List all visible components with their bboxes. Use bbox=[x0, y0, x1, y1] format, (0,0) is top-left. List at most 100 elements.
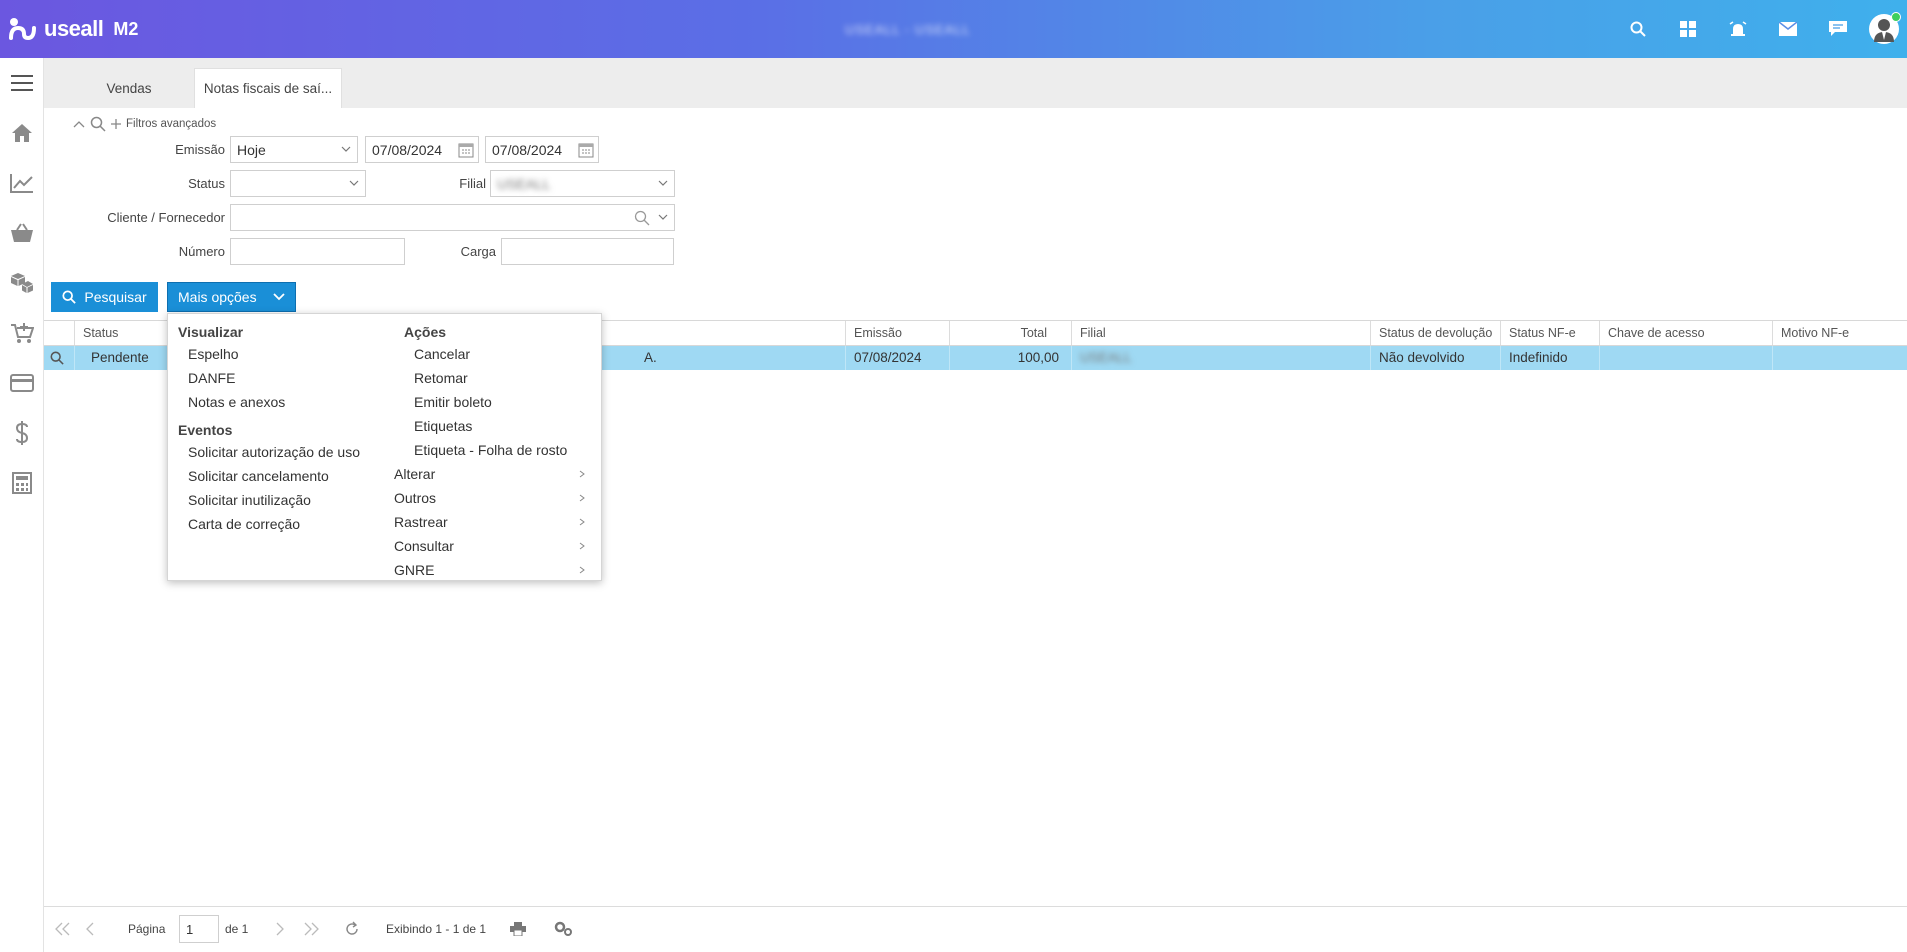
last-page-icon[interactable] bbox=[302, 907, 320, 951]
chevron-down-icon bbox=[658, 180, 668, 186]
pagination-bar: Página 1 de 1 Exibindo 1 - 1 de 1 bbox=[44, 906, 1907, 952]
col-status-devolucao[interactable]: Status de devolução bbox=[1370, 321, 1500, 345]
menu-item-alterar[interactable]: Alterar bbox=[394, 466, 594, 482]
search-icon[interactable] bbox=[1613, 0, 1663, 58]
menu-section-eventos: Eventos bbox=[178, 422, 233, 438]
pesquisar-button[interactable]: Pesquisar bbox=[51, 282, 158, 312]
menu-item-solicitar-cancelamento[interactable]: Solicitar cancelamento bbox=[188, 468, 329, 484]
page-number-input[interactable]: 1 bbox=[179, 915, 219, 943]
emissao-to-value: 07/08/2024 bbox=[492, 141, 563, 158]
filial-select[interactable]: USEALL bbox=[490, 170, 675, 197]
dollar-icon[interactable] bbox=[0, 408, 44, 458]
chart-icon[interactable] bbox=[0, 158, 44, 208]
left-sidebar bbox=[0, 58, 44, 952]
mais-opcoes-button[interactable]: Mais opções bbox=[167, 282, 296, 312]
refresh-icon[interactable] bbox=[344, 907, 360, 951]
menu-section-acoes: Ações bbox=[404, 324, 447, 340]
consultar-label: Consultar bbox=[394, 538, 454, 554]
tab-vendas[interactable]: Vendas bbox=[74, 68, 184, 108]
menu-item-consultar[interactable]: Consultar bbox=[394, 538, 594, 554]
emissao-to-date[interactable]: 07/08/2024 bbox=[485, 136, 599, 163]
col-motivo-nfe[interactable]: Motivo NF-e bbox=[1772, 321, 1907, 345]
mais-opcoes-label: Mais opções bbox=[178, 289, 257, 305]
status-label: Status bbox=[188, 176, 225, 191]
cell-motivo bbox=[1772, 346, 1907, 370]
chat-icon[interactable] bbox=[1813, 0, 1863, 58]
search-icon[interactable] bbox=[634, 210, 650, 226]
menu-item-etiquetas[interactable]: Etiquetas bbox=[414, 418, 472, 434]
print-icon[interactable] bbox=[510, 907, 526, 951]
menu-item-solicitar-inutilizacao[interactable]: Solicitar inutilização bbox=[188, 492, 311, 508]
emissao-select[interactable]: Hoje bbox=[230, 136, 358, 163]
first-page-icon[interactable] bbox=[54, 907, 72, 951]
carga-label: Carga bbox=[460, 244, 496, 259]
outros-label: Outros bbox=[394, 490, 437, 506]
apps-icon[interactable] bbox=[1663, 0, 1713, 58]
page-of-label: de 1 bbox=[225, 922, 249, 936]
chevron-up-icon bbox=[73, 121, 85, 128]
menu-item-outros[interactable]: Outros bbox=[394, 490, 594, 506]
advanced-filters-toggle[interactable]: Filtros avançados bbox=[72, 116, 216, 132]
top-bar: useall M2 USEALL - USEALL bbox=[0, 0, 1907, 58]
numero-input[interactable] bbox=[230, 238, 405, 265]
row-view-button[interactable] bbox=[44, 346, 74, 370]
prev-page-icon[interactable] bbox=[84, 907, 96, 951]
boxes-icon[interactable] bbox=[0, 258, 44, 308]
mail-icon[interactable] bbox=[1763, 0, 1813, 58]
menu-item-notas-anexos[interactable]: Notas e anexos bbox=[188, 394, 285, 410]
card-icon[interactable] bbox=[0, 358, 44, 408]
alterar-label: Alterar bbox=[394, 466, 436, 482]
menu-icon[interactable] bbox=[0, 58, 44, 108]
menu-item-retomar[interactable]: Retomar bbox=[414, 370, 468, 386]
emissao-from-date[interactable]: 07/08/2024 bbox=[365, 136, 479, 163]
status-select[interactable] bbox=[230, 170, 366, 197]
showing-count: Exibindo 1 - 1 de 1 bbox=[386, 922, 487, 936]
chevron-right-icon bbox=[579, 470, 585, 478]
col-emissao[interactable]: Emissão bbox=[845, 321, 949, 345]
cell-emissao: 07/08/2024 bbox=[845, 346, 949, 370]
page-label: Página bbox=[128, 922, 166, 936]
emissao-label: Emissão bbox=[175, 142, 225, 157]
menu-item-solicitar-autorizacao[interactable]: Solicitar autorização de uso bbox=[188, 444, 360, 460]
carga-input[interactable] bbox=[501, 238, 674, 265]
calendar-icon[interactable] bbox=[578, 142, 594, 158]
cell-status-nfe: Indefinido bbox=[1500, 346, 1599, 370]
numero-label: Número bbox=[178, 244, 225, 259]
emissao-value: Hoje bbox=[237, 141, 266, 158]
menu-item-espelho[interactable]: Espelho bbox=[188, 346, 239, 362]
col-chave-acesso[interactable]: Chave de acesso bbox=[1599, 321, 1772, 345]
menu-item-etiqueta-folha-rosto[interactable]: Etiqueta - Folha de rosto bbox=[414, 442, 567, 458]
menu-item-carta-correcao[interactable]: Carta de correção bbox=[188, 516, 300, 532]
company-name: USEALL - USEALL bbox=[845, 22, 971, 37]
settings-icon[interactable] bbox=[554, 907, 574, 951]
user-avatar[interactable] bbox=[1869, 12, 1901, 44]
logo-sub: M2 bbox=[113, 18, 139, 39]
col-status-nfe[interactable]: Status NF-e bbox=[1500, 321, 1599, 345]
cell-total: 100,00 bbox=[949, 346, 1071, 370]
menu-item-rastrear[interactable]: Rastrear bbox=[394, 514, 594, 530]
alarm-icon[interactable] bbox=[1713, 0, 1763, 58]
calculator-icon[interactable] bbox=[0, 458, 44, 508]
app-logo[interactable]: useall M2 bbox=[8, 14, 138, 44]
menu-section-visualizar: Visualizar bbox=[178, 324, 244, 340]
chevron-down-icon[interactable] bbox=[658, 212, 668, 222]
col-filial[interactable]: Filial bbox=[1071, 321, 1370, 345]
chevron-down-icon bbox=[349, 180, 359, 186]
gnre-label: GNRE bbox=[394, 562, 435, 578]
cliente-fornecedor-input[interactable] bbox=[230, 204, 675, 231]
calendar-icon[interactable] bbox=[458, 142, 474, 158]
menu-item-emitir-boleto[interactable]: Emitir boleto bbox=[414, 394, 492, 410]
cell-filial-value: USEALL bbox=[1080, 350, 1132, 365]
menu-item-gnre[interactable]: GNRE bbox=[394, 562, 594, 578]
cliente-label: Cliente / Fornecedor bbox=[107, 210, 225, 225]
rastrear-label: Rastrear bbox=[394, 514, 448, 530]
cart-icon[interactable] bbox=[0, 308, 44, 358]
menu-item-cancelar[interactable]: Cancelar bbox=[414, 346, 470, 362]
tab-notas-fiscais[interactable]: Notas fiscais de saí... bbox=[194, 68, 342, 108]
cell-chave bbox=[1599, 346, 1772, 370]
home-icon[interactable] bbox=[0, 108, 44, 158]
col-total[interactable]: Total bbox=[949, 321, 1071, 345]
menu-item-danfe[interactable]: DANFE bbox=[188, 370, 235, 386]
next-page-icon[interactable] bbox=[274, 907, 286, 951]
basket-icon[interactable] bbox=[0, 208, 44, 258]
